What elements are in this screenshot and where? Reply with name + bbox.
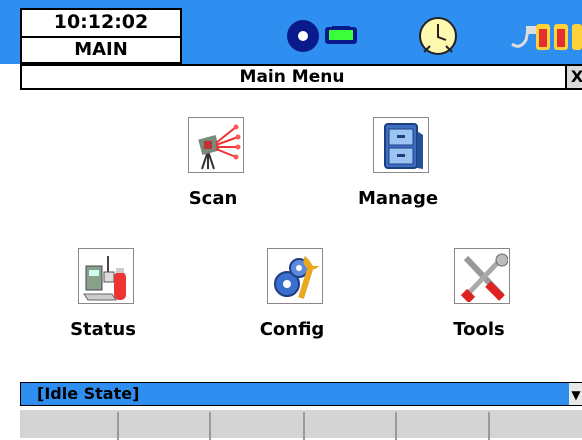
softkey-1[interactable] (20, 412, 119, 440)
menu-item-manage[interactable]: Manage (343, 117, 453, 213)
status-bar: 10:12:02 MAIN (0, 0, 582, 64)
file-cabinet-icon (373, 117, 429, 173)
battery-icon (324, 26, 358, 46)
menu-label-scan: Scan (188, 188, 238, 209)
menu-label-manage: Manage (357, 188, 439, 209)
close-button[interactable]: X (565, 66, 582, 88)
menu-label-tools: Tools (453, 319, 505, 340)
status-icon (78, 248, 134, 304)
softkey-2[interactable] (119, 412, 211, 440)
gear-wrench-icon (267, 248, 323, 304)
title-bar: Main Menu X (20, 64, 582, 90)
menu-item-tools[interactable]: Tools (424, 248, 534, 344)
menu-label-status: Status (70, 319, 136, 340)
chevron-down-icon[interactable]: ▼ (569, 383, 582, 405)
menu-item-config[interactable]: Config (237, 248, 347, 344)
softkey-4[interactable] (305, 412, 397, 440)
menu-item-scan[interactable]: Scan (158, 117, 268, 213)
softkey-3[interactable] (211, 412, 305, 440)
softkey-5[interactable] (397, 412, 490, 440)
menu-item-status[interactable]: Status (48, 248, 158, 344)
softkey-6[interactable] (490, 412, 582, 440)
power-icon (510, 16, 582, 56)
app-name: MAIN (74, 39, 128, 60)
clock-icon (418, 16, 458, 56)
clock-time: 10:12:02 (22, 10, 180, 38)
tools-icon (454, 248, 510, 304)
state-bar: [Idle State] ▼ (20, 382, 582, 406)
softkey-bar (20, 408, 582, 440)
clock-panel: 10:12:02 MAIN (20, 8, 182, 64)
state-text: [Idle State] (37, 384, 140, 403)
disc-icon (286, 18, 322, 54)
window-title: Main Menu (239, 67, 345, 87)
scanner-icon (188, 117, 244, 173)
menu-label-config: Config (259, 319, 325, 340)
